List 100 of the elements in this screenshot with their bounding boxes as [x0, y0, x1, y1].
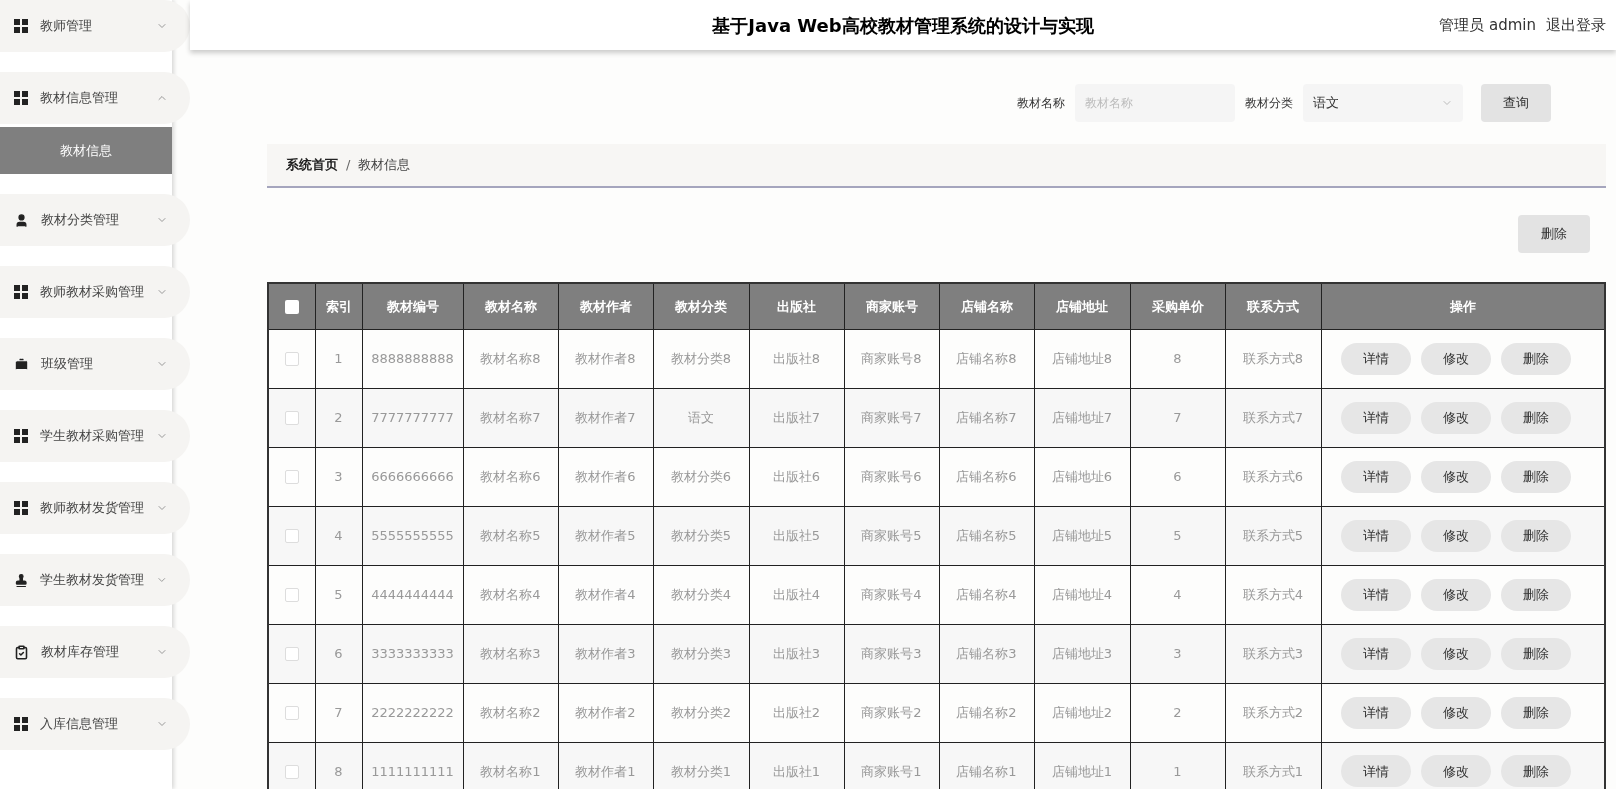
- table-cell: 教材作者2: [558, 683, 653, 742]
- table-cell: 2: [1130, 683, 1225, 742]
- table-cell: 3: [315, 447, 362, 506]
- action-button[interactable]: 删除: [1500, 519, 1571, 552]
- sidebar-menu-item[interactable]: 学生教材发货管理: [0, 554, 190, 606]
- sidebar-menu-item[interactable]: 教师教材采购管理: [0, 266, 190, 318]
- action-button[interactable]: 修改: [1420, 401, 1491, 434]
- select-field[interactable]: 语文: [1303, 84, 1463, 122]
- table-cell: 出版社7: [749, 388, 844, 447]
- table-cell: 教材名称2: [463, 683, 558, 742]
- action-button[interactable]: 详情: [1340, 637, 1411, 670]
- action-button[interactable]: 详情: [1340, 578, 1411, 611]
- table-cell: 店铺名称8: [939, 329, 1034, 388]
- row-checkbox[interactable]: [284, 706, 299, 721]
- breadcrumb-separator: /: [346, 156, 351, 175]
- row-checkbox[interactable]: [284, 765, 299, 779]
- sidebar-menu-item[interactable]: 入库信息管理: [0, 698, 190, 750]
- table-cell: 教材分类5: [653, 506, 749, 565]
- action-button[interactable]: 修改: [1420, 696, 1491, 729]
- table-cell: 7: [315, 683, 362, 742]
- table-cell: 教材名称7: [463, 388, 558, 447]
- column-header: 联系方式: [1225, 283, 1321, 329]
- action-button[interactable]: 详情: [1340, 401, 1411, 434]
- logout-link[interactable]: 退出登录: [1546, 13, 1606, 37]
- row-checkbox[interactable]: [284, 588, 299, 603]
- row-checkbox[interactable]: [284, 470, 299, 485]
- table-cell: 教材名称4: [463, 565, 558, 624]
- table-cell: 3: [1130, 624, 1225, 683]
- action-button[interactable]: 修改: [1420, 342, 1491, 375]
- sidebar-menu-item[interactable]: 教材信息管理: [0, 72, 190, 124]
- row-checkbox[interactable]: [284, 529, 299, 544]
- table-cell: 6: [1130, 447, 1225, 506]
- table-cell: 店铺地址2: [1034, 683, 1130, 742]
- table-cell: 出版社2: [749, 683, 844, 742]
- table-cell: 教材分类4: [653, 565, 749, 624]
- table-cell: 店铺名称4: [939, 565, 1034, 624]
- text-input-field[interactable]: 教材名称: [1075, 84, 1235, 122]
- table-cell: 教材名称3: [463, 624, 558, 683]
- column-header: 教材分类: [653, 283, 749, 329]
- table-cell: 教材名称5: [463, 506, 558, 565]
- action-button[interactable]: 修改: [1420, 460, 1491, 493]
- action-button[interactable]: 删除: [1500, 342, 1571, 375]
- sidebar-menu-item[interactable]: 学生教材采购管理: [0, 410, 190, 462]
- action-button[interactable]: 详情: [1340, 460, 1411, 493]
- action-button[interactable]: 修改: [1420, 519, 1491, 552]
- table-cell: 店铺地址5: [1034, 506, 1130, 565]
- table-cell: 出版社5: [749, 506, 844, 565]
- action-button[interactable]: 修改: [1420, 637, 1491, 670]
- action-button[interactable]: 详情: [1340, 755, 1411, 788]
- action-button[interactable]: 删除: [1500, 460, 1571, 493]
- row-checkbox[interactable]: [284, 647, 299, 662]
- action-button[interactable]: 详情: [1340, 342, 1411, 375]
- table-cell: 店铺名称3: [939, 624, 1034, 683]
- query-button[interactable]: 查询: [1481, 84, 1551, 122]
- breadcrumb-link[interactable]: 教材信息: [358, 155, 411, 175]
- action-button[interactable]: 删除: [1500, 401, 1571, 434]
- table-cell: 2: [315, 388, 362, 447]
- sidebar-menu-item[interactable]: 教师管理: [0, 0, 190, 52]
- column-header: 商家账号: [844, 283, 939, 329]
- breadcrumb-link[interactable]: 系统首页: [286, 155, 338, 175]
- table-cell: 店铺地址6: [1034, 447, 1130, 506]
- table-cell: 教材名称8: [463, 329, 558, 388]
- action-button[interactable]: 删除: [1500, 696, 1571, 729]
- action-button[interactable]: 删除: [1500, 578, 1571, 611]
- column-header: 店铺地址: [1034, 283, 1130, 329]
- table-cell: 出版社3: [749, 624, 844, 683]
- sidebar-menu-item[interactable]: 教材库存管理: [0, 626, 190, 678]
- clipboard-check-icon: [14, 644, 29, 660]
- table-cell: 店铺名称7: [939, 388, 1034, 447]
- table-cell: 3333333333: [362, 624, 463, 683]
- grid-icon: [14, 91, 28, 105]
- submenu-item[interactable]: 教材信息: [0, 127, 172, 174]
- action-button[interactable]: 修改: [1420, 755, 1491, 788]
- table-cell: 店铺名称5: [939, 506, 1034, 565]
- column-header: 采购单价: [1130, 283, 1225, 329]
- column-header: 索引: [315, 283, 362, 329]
- table-cell: 4444444444: [362, 565, 463, 624]
- action-button[interactable]: 删除: [1500, 637, 1571, 670]
- row-checkbox[interactable]: [284, 352, 299, 367]
- action-button[interactable]: 详情: [1340, 696, 1411, 729]
- grid-icon: [14, 285, 28, 299]
- sidebar-menu-item[interactable]: 班级管理: [0, 338, 190, 390]
- action-button[interactable]: 详情: [1340, 519, 1411, 552]
- table-cell: 7777777777: [362, 388, 463, 447]
- column-header: 店铺名称: [939, 283, 1034, 329]
- sidebar-menu-item[interactable]: 教师教材发货管理: [0, 482, 190, 534]
- sidebar-menu-item[interactable]: 教材分类管理: [0, 194, 190, 246]
- table-cell: 联系方式2: [1225, 683, 1321, 742]
- action-button[interactable]: 删除: [1500, 755, 1571, 788]
- table-cell: 商家账号6: [844, 447, 939, 506]
- delete-button[interactable]: 删除: [1518, 215, 1590, 253]
- table-cell: 8: [1130, 329, 1225, 388]
- action-button[interactable]: 修改: [1420, 578, 1491, 611]
- table-cell: 2222222222: [362, 683, 463, 742]
- select-all-checkbox[interactable]: [284, 300, 299, 314]
- table-cell: 教材作者8: [558, 329, 653, 388]
- row-checkbox[interactable]: [284, 411, 299, 426]
- table-cell: 联系方式4: [1225, 565, 1321, 624]
- table-cell: 出版社6: [749, 447, 844, 506]
- table-cell: 教材分类3: [653, 624, 749, 683]
